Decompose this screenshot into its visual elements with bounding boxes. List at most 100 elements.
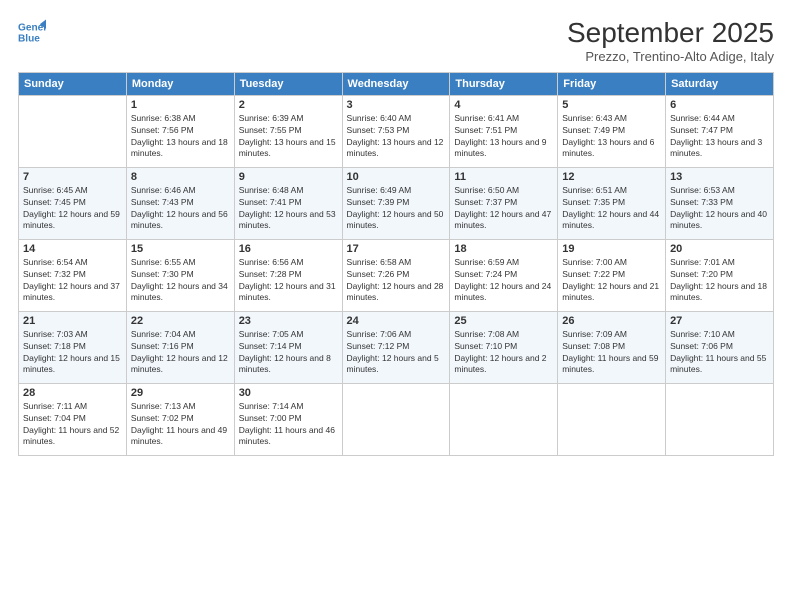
day-cell: 4 Sunrise: 6:41 AMSunset: 7:51 PMDaylight…: [450, 95, 558, 167]
day-cell: 15 Sunrise: 6:55 AMSunset: 7:30 PMDayligh…: [126, 239, 234, 311]
header: General Blue September 2025 Prezzo, Tren…: [18, 18, 774, 64]
week-row-2: 7 Sunrise: 6:45 AMSunset: 7:45 PMDaylight…: [19, 167, 774, 239]
day-number: 22: [131, 315, 230, 327]
day-info: Sunrise: 7:11 AMSunset: 7:04 PMDaylight:…: [23, 401, 122, 449]
day-number: 23: [239, 315, 338, 327]
logo: General Blue: [18, 18, 48, 46]
day-info: Sunrise: 6:38 AMSunset: 7:56 PMDaylight:…: [131, 113, 230, 161]
day-number: 14: [23, 243, 122, 255]
day-number: 17: [347, 243, 446, 255]
day-number: 13: [670, 171, 769, 183]
day-info: Sunrise: 6:51 AMSunset: 7:35 PMDaylight:…: [562, 185, 661, 233]
day-info: Sunrise: 7:06 AMSunset: 7:12 PMDaylight:…: [347, 329, 446, 377]
day-cell: 16 Sunrise: 6:56 AMSunset: 7:28 PMDayligh…: [234, 239, 342, 311]
day-number: 16: [239, 243, 338, 255]
title-block: September 2025 Prezzo, Trentino-Alto Adi…: [567, 18, 774, 64]
day-number: 24: [347, 315, 446, 327]
day-info: Sunrise: 6:49 AMSunset: 7:39 PMDaylight:…: [347, 185, 446, 233]
day-info: Sunrise: 6:54 AMSunset: 7:32 PMDaylight:…: [23, 257, 122, 305]
week-row-1: 1Sunrise: 6:38 AMSunset: 7:56 PMDaylight…: [19, 95, 774, 167]
day-cell: 21Sunrise: 7:03 AMSunset: 7:18 PMDayligh…: [19, 311, 127, 383]
day-number: 7: [23, 171, 122, 183]
day-number: 18: [454, 243, 553, 255]
day-cell: 10 Sunrise: 6:49 AMSunset: 7:39 PMDayligh…: [342, 167, 450, 239]
day-info: Sunrise: 6:59 AMSunset: 7:24 PMDaylight:…: [454, 257, 553, 305]
col-friday: Friday: [558, 72, 666, 95]
day-cell: 8 Sunrise: 6:46 AMSunset: 7:43 PMDaylight…: [126, 167, 234, 239]
day-number: 3: [347, 99, 446, 111]
day-number: 11: [454, 171, 553, 183]
day-info: Sunrise: 6:40 AMSunset: 7:53 PMDaylight:…: [347, 113, 446, 161]
day-info: Sunrise: 6:50 AMSunset: 7:37 PMDaylight:…: [454, 185, 553, 233]
day-cell: 26Sunrise: 7:09 AMSunset: 7:08 PMDayligh…: [558, 311, 666, 383]
general-blue-logo-icon: General Blue: [18, 18, 46, 46]
day-number: 15: [131, 243, 230, 255]
day-info: Sunrise: 6:45 AMSunset: 7:45 PMDaylight:…: [23, 185, 122, 233]
day-number: 29: [131, 387, 230, 399]
col-sunday: Sunday: [19, 72, 127, 95]
day-number: 10: [347, 171, 446, 183]
day-number: 21: [23, 315, 122, 327]
col-saturday: Saturday: [666, 72, 774, 95]
day-cell: 22 Sunrise: 7:04 AMSunset: 7:16 PMDayligh…: [126, 311, 234, 383]
day-info: Sunrise: 7:00 AMSunset: 7:22 PMDaylight:…: [562, 257, 661, 305]
day-cell: 27Sunrise: 7:10 AMSunset: 7:06 PMDayligh…: [666, 311, 774, 383]
day-info: Sunrise: 6:48 AMSunset: 7:41 PMDaylight:…: [239, 185, 338, 233]
day-info: Sunrise: 6:55 AMSunset: 7:30 PMDaylight:…: [131, 257, 230, 305]
day-cell: 24 Sunrise: 7:06 AMSunset: 7:12 PMDayligh…: [342, 311, 450, 383]
day-info: Sunrise: 6:44 AMSunset: 7:47 PMDaylight:…: [670, 113, 769, 161]
day-cell: [558, 383, 666, 455]
day-cell: 29Sunrise: 7:13 AMSunset: 7:02 PMDayligh…: [126, 383, 234, 455]
day-cell: 1Sunrise: 6:38 AMSunset: 7:56 PMDaylight…: [126, 95, 234, 167]
day-cell: [666, 383, 774, 455]
day-cell: 3 Sunrise: 6:40 AMSunset: 7:53 PMDaylight…: [342, 95, 450, 167]
day-info: Sunrise: 6:56 AMSunset: 7:28 PMDaylight:…: [239, 257, 338, 305]
day-cell: 28 Sunrise: 7:11 AMSunset: 7:04 PMDayligh…: [19, 383, 127, 455]
day-number: 12: [562, 171, 661, 183]
col-monday: Monday: [126, 72, 234, 95]
day-number: 9: [239, 171, 338, 183]
day-cell: 12 Sunrise: 6:51 AMSunset: 7:35 PMDayligh…: [558, 167, 666, 239]
col-thursday: Thursday: [450, 72, 558, 95]
day-cell: 7 Sunrise: 6:45 AMSunset: 7:45 PMDaylight…: [19, 167, 127, 239]
day-number: 30: [239, 387, 338, 399]
svg-text:Blue: Blue: [18, 33, 40, 44]
day-cell: [342, 383, 450, 455]
col-wednesday: Wednesday: [342, 72, 450, 95]
day-info: Sunrise: 6:41 AMSunset: 7:51 PMDaylight:…: [454, 113, 553, 161]
day-info: Sunrise: 7:10 AMSunset: 7:06 PMDaylight:…: [670, 329, 769, 377]
day-number: 8: [131, 171, 230, 183]
day-info: Sunrise: 7:14 AMSunset: 7:00 PMDaylight:…: [239, 401, 338, 449]
day-info: Sunrise: 7:09 AMSunset: 7:08 PMDaylight:…: [562, 329, 661, 377]
day-cell: 2Sunrise: 6:39 AMSunset: 7:55 PMDaylight…: [234, 95, 342, 167]
day-cell: 17Sunrise: 6:58 AMSunset: 7:26 PMDayligh…: [342, 239, 450, 311]
day-cell: 23 Sunrise: 7:05 AMSunset: 7:14 PMDayligh…: [234, 311, 342, 383]
day-number: 5: [562, 99, 661, 111]
day-cell: 9 Sunrise: 6:48 AMSunset: 7:41 PMDaylight…: [234, 167, 342, 239]
day-number: 20: [670, 243, 769, 255]
day-cell: 11 Sunrise: 6:50 AMSunset: 7:37 PMDayligh…: [450, 167, 558, 239]
day-number: 4: [454, 99, 553, 111]
day-cell: 25Sunrise: 7:08 AMSunset: 7:10 PMDayligh…: [450, 311, 558, 383]
day-cell: 20 Sunrise: 7:01 AMSunset: 7:20 PMDayligh…: [666, 239, 774, 311]
day-number: 19: [562, 243, 661, 255]
day-info: Sunrise: 6:53 AMSunset: 7:33 PMDaylight:…: [670, 185, 769, 233]
day-info: Sunrise: 7:01 AMSunset: 7:20 PMDaylight:…: [670, 257, 769, 305]
day-info: Sunrise: 6:46 AMSunset: 7:43 PMDaylight:…: [131, 185, 230, 233]
day-number: 6: [670, 99, 769, 111]
col-tuesday: Tuesday: [234, 72, 342, 95]
day-number: 28: [23, 387, 122, 399]
day-cell: 6 Sunrise: 6:44 AMSunset: 7:47 PMDaylight…: [666, 95, 774, 167]
month-title: September 2025: [567, 18, 774, 49]
day-info: Sunrise: 6:39 AMSunset: 7:55 PMDaylight:…: [239, 113, 338, 161]
day-number: 25: [454, 315, 553, 327]
day-cell: [450, 383, 558, 455]
day-info: Sunrise: 7:05 AMSunset: 7:14 PMDaylight:…: [239, 329, 338, 377]
week-row-4: 21Sunrise: 7:03 AMSunset: 7:18 PMDayligh…: [19, 311, 774, 383]
week-row-5: 28 Sunrise: 7:11 AMSunset: 7:04 PMDayligh…: [19, 383, 774, 455]
location: Prezzo, Trentino-Alto Adige, Italy: [567, 49, 774, 64]
day-cell: [19, 95, 127, 167]
day-cell: 5Sunrise: 6:43 AMSunset: 7:49 PMDaylight…: [558, 95, 666, 167]
day-info: Sunrise: 7:04 AMSunset: 7:16 PMDaylight:…: [131, 329, 230, 377]
day-cell: 14 Sunrise: 6:54 AMSunset: 7:32 PMDayligh…: [19, 239, 127, 311]
